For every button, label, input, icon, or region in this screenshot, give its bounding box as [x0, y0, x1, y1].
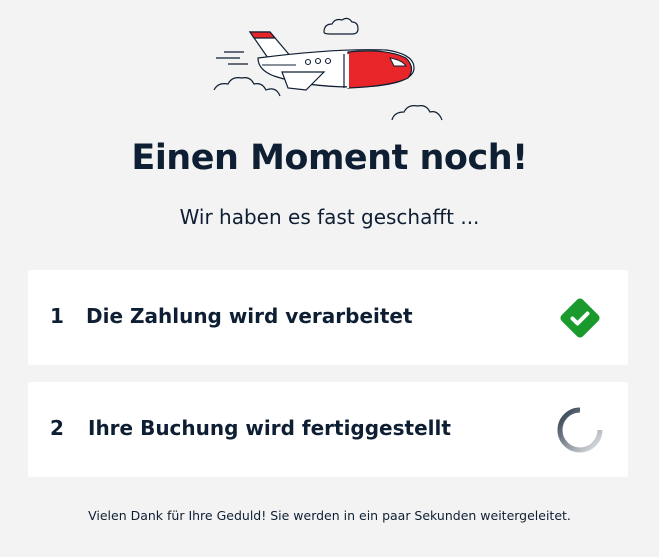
step-label: Die Zahlung wird verarbeitet	[86, 304, 413, 328]
cloud-icon	[213, 77, 281, 97]
loading-page: Einen Moment noch! Wir haben es fast ges…	[0, 0, 659, 557]
step-label: Ihre Buchung wird fertiggestellt	[88, 416, 451, 440]
cloud-icon	[323, 17, 359, 35]
redirect-notice: Vielen Dank für Ihre Geduld! Sie werden …	[88, 508, 571, 523]
check-icon	[560, 298, 600, 338]
cloud-icon	[391, 105, 443, 121]
spinner-icon	[557, 407, 603, 453]
step-card-booking: 2 Ihre Buchung wird fertiggestellt	[28, 382, 628, 477]
step-number: 2	[50, 416, 64, 440]
page-title: Einen Moment noch!	[131, 138, 528, 178]
step-number: 1	[50, 304, 64, 328]
airplane-illustration	[213, 17, 443, 121]
step-card-payment: 1 Die Zahlung wird verarbeitet	[28, 270, 628, 365]
page-subtitle: Wir haben es fast geschafft ...	[179, 205, 480, 229]
